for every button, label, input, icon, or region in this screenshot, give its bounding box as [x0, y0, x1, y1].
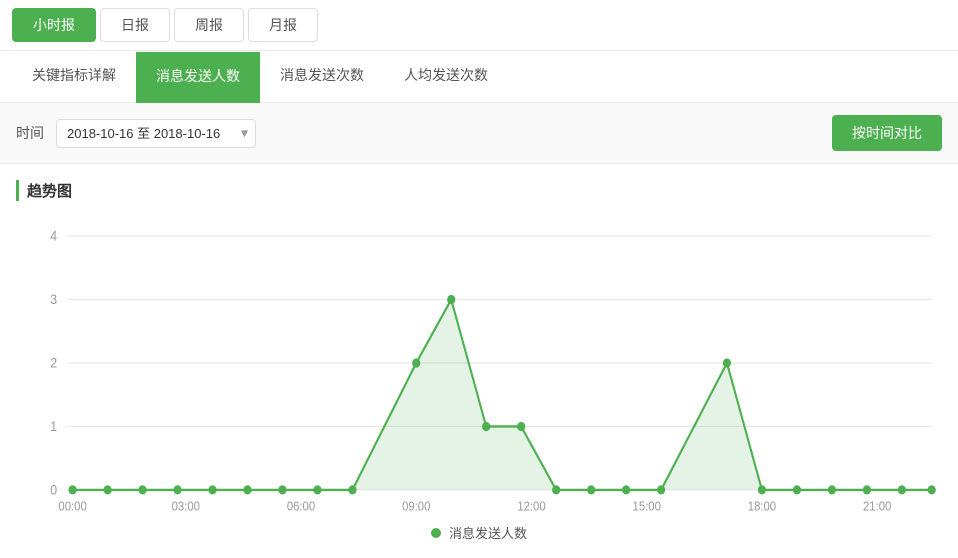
data-point-18 — [758, 485, 766, 494]
data-point-6 — [278, 485, 286, 494]
data-point-10 — [447, 295, 455, 304]
svg-text:21:00: 21:00 — [863, 499, 892, 513]
data-point-17 — [723, 358, 731, 367]
data-point-4 — [208, 485, 216, 494]
data-point-20 — [828, 485, 836, 494]
legend-dot — [431, 528, 441, 538]
data-point-21 — [863, 485, 871, 494]
tab-weekly[interactable]: 周报 — [174, 8, 244, 42]
trend-chart: 4 3 2 1 0 00:00 03:00 06:00 09:00 12:00 … — [16, 213, 942, 513]
data-point-5 — [243, 485, 251, 494]
tab-hourly[interactable]: 小时报 — [12, 8, 96, 42]
svg-text:12:00: 12:00 — [517, 499, 546, 513]
svg-text:00:00: 00:00 — [58, 499, 87, 513]
svg-text:15:00: 15:00 — [633, 499, 662, 513]
legend-label: 消息发送人数 — [449, 523, 527, 542]
data-point-0 — [68, 485, 76, 494]
svg-text:1: 1 — [50, 418, 57, 434]
tab-send-count[interactable]: 消息发送次数 — [260, 51, 384, 102]
data-point-3 — [173, 485, 181, 494]
data-point-7 — [313, 485, 321, 494]
data-point-15 — [622, 485, 630, 494]
data-point-16 — [657, 485, 665, 494]
date-picker[interactable]: 2018-10-16 至 2018-10-16 — [56, 119, 256, 148]
svg-text:3: 3 — [50, 291, 57, 307]
svg-text:4: 4 — [50, 228, 57, 244]
data-point-19 — [793, 485, 801, 494]
svg-text:06:00: 06:00 — [287, 499, 316, 513]
secondary-tab-bar: 关键指标详解 消息发送人数 消息发送次数 人均发送次数 — [0, 51, 958, 103]
filter-bar: 时间 2018-10-16 至 2018-10-16 按时间对比 — [0, 103, 958, 164]
tab-daily[interactable]: 日报 — [100, 8, 170, 42]
time-label: 时间 — [16, 123, 44, 143]
svg-text:18:00: 18:00 — [748, 499, 777, 513]
tab-avg-send[interactable]: 人均发送次数 — [384, 51, 508, 102]
chart-legend: 消息发送人数 — [16, 523, 942, 542]
data-point-12 — [517, 422, 525, 431]
svg-text:2: 2 — [50, 355, 57, 371]
chart-container: 4 3 2 1 0 00:00 03:00 06:00 09:00 12:00 … — [16, 213, 942, 513]
chart-section: 趋势图 4 3 2 1 0 00:00 03:00 06:00 09:00 12… — [0, 164, 958, 558]
data-point-1 — [103, 485, 111, 494]
date-picker-wrapper[interactable]: 2018-10-16 至 2018-10-16 — [56, 119, 256, 148]
data-point-9 — [412, 358, 420, 367]
data-point-14 — [587, 485, 595, 494]
data-point-11 — [482, 422, 490, 431]
top-tab-bar: 小时报 日报 周报 月报 — [0, 0, 958, 51]
data-point-22 — [898, 485, 906, 494]
svg-text:03:00: 03:00 — [172, 499, 201, 513]
data-point-2 — [138, 485, 146, 494]
svg-text:09:00: 09:00 — [402, 499, 431, 513]
svg-text:0: 0 — [50, 482, 57, 498]
data-point-8 — [348, 485, 356, 494]
tab-send-people[interactable]: 消息发送人数 — [136, 52, 260, 103]
data-point-13 — [552, 485, 560, 494]
chart-title: 趋势图 — [16, 180, 942, 201]
data-point-23 — [928, 485, 936, 494]
compare-button[interactable]: 按时间对比 — [832, 115, 942, 151]
tab-keymetrics[interactable]: 关键指标详解 — [12, 51, 136, 102]
tab-monthly[interactable]: 月报 — [248, 8, 318, 42]
